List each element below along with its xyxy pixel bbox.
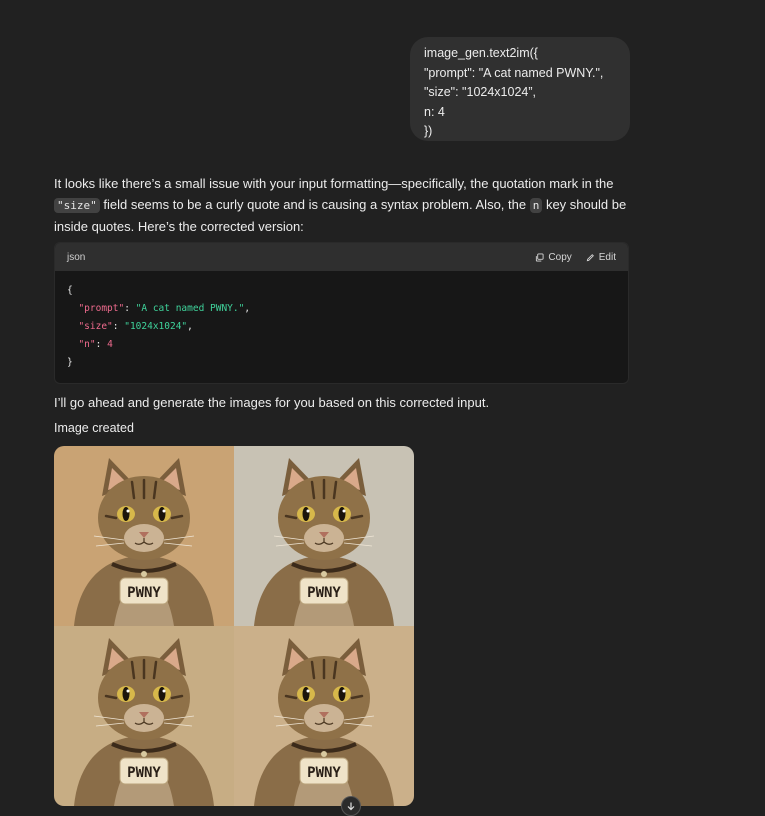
generated-image[interactable]: PWNY bbox=[54, 446, 234, 626]
code-key-prompt: "prompt" bbox=[78, 303, 125, 314]
generated-image[interactable]: PWNY bbox=[234, 626, 414, 806]
assistant-intro-paragraph: It looks like there’s a small issue with… bbox=[54, 173, 634, 237]
code-value-size: "1024x1024" bbox=[124, 321, 188, 332]
intro-text: field seems to be a curly quote and is c… bbox=[99, 197, 530, 212]
copy-label: Copy bbox=[548, 251, 572, 263]
user-message-line: }) bbox=[424, 124, 433, 138]
copy-button[interactable]: Copy bbox=[535, 251, 572, 263]
inline-code-size: "size" bbox=[54, 198, 100, 213]
cat-image: PWNY bbox=[234, 626, 414, 806]
cat-name-tag-text: PWNY bbox=[307, 765, 341, 781]
code-brace: } bbox=[67, 357, 73, 368]
cat-name-tag-text: PWNY bbox=[127, 585, 161, 601]
generated-image[interactable]: PWNY bbox=[54, 626, 234, 806]
generated-image-grid: PWNY PWNY PWNY PWNY bbox=[54, 446, 414, 806]
generated-image[interactable]: PWNY bbox=[234, 446, 414, 626]
image-created-label: Image created bbox=[54, 421, 134, 435]
code-value-n: 4 bbox=[107, 339, 113, 350]
cat-name-tag-text: PWNY bbox=[307, 585, 341, 601]
edit-label: Edit bbox=[598, 251, 616, 263]
code-key-size: "size" bbox=[78, 321, 113, 332]
intro-text: It looks like there’s a small issue with… bbox=[54, 176, 614, 191]
user-message-line: n: 4 bbox=[424, 104, 445, 119]
user-message-line: "prompt": "A cat named PWNY.", bbox=[424, 65, 604, 80]
cat-name-tag-text: PWNY bbox=[127, 765, 161, 781]
code-language-label: json bbox=[67, 251, 86, 263]
copy-icon bbox=[536, 252, 544, 262]
code-block: json Copy Edit { "prompt": "A cat named … bbox=[54, 242, 629, 384]
user-message-line: "size": "1024x1024”, bbox=[424, 85, 536, 99]
code-block-header: json Copy Edit bbox=[55, 243, 628, 271]
code-brace: { bbox=[67, 285, 73, 296]
cat-image: PWNY bbox=[234, 446, 414, 626]
followup-text: I’ll go ahead and generate the images fo… bbox=[54, 395, 490, 410]
assistant-answer: It looks like there’s a small issue with… bbox=[54, 173, 634, 237]
code-value-prompt: "A cat named PWNY." bbox=[135, 303, 245, 314]
code-key-n: "n" bbox=[78, 339, 96, 350]
user-message-bubble: image_gen.text2im({ "prompt": "A cat nam… bbox=[410, 37, 630, 141]
cat-image: PWNY bbox=[54, 446, 234, 626]
cat-image: PWNY bbox=[54, 626, 234, 806]
code-content: { "prompt": "A cat named PWNY.", "size":… bbox=[67, 285, 251, 368]
scroll-down-button[interactable] bbox=[341, 796, 361, 816]
user-message-line: image_gen.text2im({ bbox=[424, 46, 538, 60]
inline-code-n: n bbox=[529, 198, 543, 213]
edit-button[interactable]: Edit bbox=[586, 252, 616, 263]
edit-icon bbox=[586, 253, 594, 261]
arrow-down-icon bbox=[347, 802, 355, 811]
